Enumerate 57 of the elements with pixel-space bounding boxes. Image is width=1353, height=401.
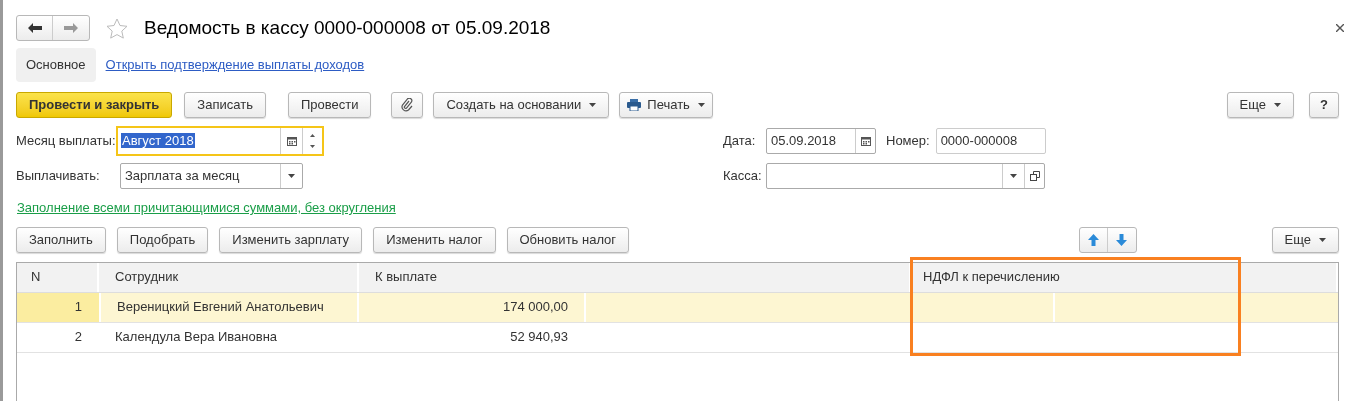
column-header: Сотрудник	[115, 268, 179, 287]
help-button[interactable]: ?	[1309, 92, 1339, 118]
month-field[interactable]: Август 2018	[116, 126, 324, 156]
create-based-on-button[interactable]: Создать на основании	[433, 92, 610, 118]
attach-button[interactable]	[391, 92, 424, 118]
table-toolbar-button[interactable]: Обновить налог	[506, 226, 630, 253]
field-label: Дата:	[722, 132, 757, 151]
caret-icon	[589, 103, 597, 107]
table-toolbar-button[interactable]: Изменить зарплату	[219, 226, 363, 253]
paperclip-icon	[401, 98, 414, 112]
fill-link[interactable]: Заполнение всеми причитающимися суммами, без округления	[17, 200, 396, 215]
caret-icon	[1319, 237, 1326, 242]
calendar-icon	[860, 136, 871, 146]
print-button[interactable]: Печать	[619, 92, 713, 118]
up-arrow-icon	[1087, 233, 1099, 246]
star-icon[interactable]	[106, 17, 128, 39]
more-button[interactable]: Еще	[1226, 92, 1295, 118]
caret-icon	[697, 103, 705, 107]
table-cell-text: 174 000,00	[502, 298, 568, 317]
table-toolbar-button[interactable]: Подобрать	[116, 226, 209, 253]
left-arrow-icon	[27, 23, 42, 33]
table-cell-text: Календула Вера Ивановна	[115, 328, 278, 347]
window-title: Ведомость в кассу 0000-000008 от 05.09.2018	[144, 15, 551, 40]
close-icon[interactable]	[1336, 24, 1344, 32]
table-row[interactable]: 1 Вереницкий Евгений Анатольевич 174 000,00	[17, 292, 1338, 323]
more-button[interactable]: Еще	[1271, 226, 1339, 253]
field-label: Месяц выплаты:	[16, 132, 116, 151]
table-cell-text: 1	[74, 298, 82, 317]
toolbar-button[interactable]: Провести	[287, 92, 372, 118]
caret-icon	[1274, 103, 1282, 107]
table-cell-text: 52 940,93	[510, 328, 568, 347]
date-field[interactable]: 05.09.2018	[766, 128, 876, 154]
open-icon	[1029, 171, 1040, 181]
field-label: Номер:	[886, 132, 930, 151]
table-toolbar-button[interactable]: Изменить налог	[373, 226, 496, 253]
column-header: НДФЛ к перечислению	[923, 268, 1060, 287]
pay-type-field[interactable]: Зарплата за месяц	[120, 163, 303, 189]
field-label: Касса:	[722, 167, 763, 186]
printer-icon	[627, 99, 642, 111]
caret-icon	[288, 174, 295, 178]
selected-value: Август 2018	[121, 133, 195, 149]
column-header: К выплате	[375, 268, 438, 287]
table-cell-text: Вереницкий Евгений Анатольевич	[117, 298, 324, 317]
nav-tab[interactable]: Основное	[16, 48, 96, 82]
column-header: N	[31, 268, 41, 287]
right-arrow-icon	[64, 23, 78, 33]
caret-icon	[1010, 174, 1017, 178]
table-toolbar-button[interactable]: Заполнить	[16, 226, 106, 253]
post-and-close-button[interactable]: Провести и закрыть	[16, 92, 173, 118]
field-label: Выплачивать:	[16, 167, 101, 186]
table-cell-text: 2	[74, 328, 82, 347]
cash-field[interactable]	[766, 163, 1045, 189]
down-arrow-icon	[1116, 233, 1128, 246]
nav-tab[interactable]: Открыть подтверждение выплаты доходов	[105, 48, 365, 82]
calendar-icon	[286, 136, 297, 146]
number-field[interactable]: 0000-000008	[935, 128, 1046, 154]
toolbar-button[interactable]: Записать	[184, 92, 266, 118]
